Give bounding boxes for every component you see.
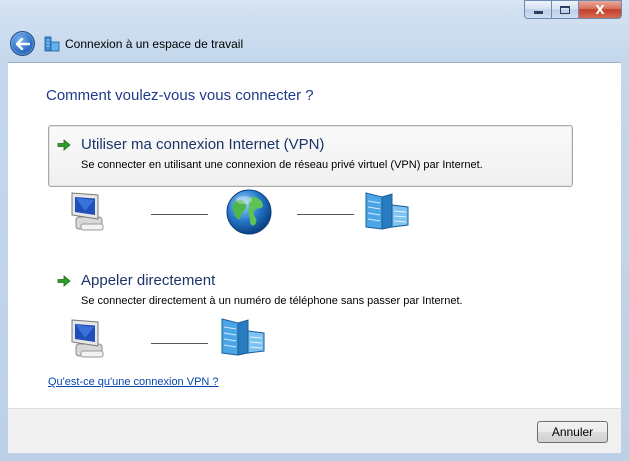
option-use-internet-vpn[interactable]: Utiliser ma connexion Internet (VPN) Se … — [48, 125, 573, 187]
connector-line — [151, 214, 208, 215]
option-title: Appeler directement — [81, 272, 216, 289]
dialup-diagram — [68, 315, 268, 360]
vpn-diagram — [68, 186, 409, 235]
option-description: Se connecter directement à un numéro de … — [81, 295, 463, 307]
maximize-icon — [560, 5, 570, 14]
maximize-button[interactable] — [551, 0, 578, 19]
page-heading: Comment voulez-vous vous connecter ? — [46, 87, 314, 104]
connector-line — [151, 343, 208, 344]
caption-buttons: X — [524, 0, 622, 20]
wizard-footer: Annuler — [8, 408, 621, 453]
back-arrow-icon — [15, 37, 30, 50]
workplace-connection-icon — [44, 36, 60, 52]
cancel-button[interactable]: Annuler — [537, 421, 608, 443]
computer-icon — [71, 319, 104, 358]
option-description: Se connecter en utilisant une connexion … — [81, 159, 483, 171]
green-arrow-icon — [57, 139, 71, 151]
computer-icon — [71, 192, 104, 231]
option-dial-directly[interactable]: Appeler directement Se connecter directe… — [48, 261, 573, 323]
close-button[interactable]: X — [578, 0, 622, 19]
back-button[interactable] — [10, 31, 35, 56]
window-frame: X Connexion à un espace de travail Comme… — [0, 0, 629, 461]
internet-globe-icon — [226, 189, 272, 235]
minimize-icon — [533, 11, 543, 14]
minimize-button[interactable] — [524, 0, 551, 19]
option-title: Utiliser ma connexion Internet (VPN) — [81, 136, 325, 153]
workplace-building-icon — [365, 192, 409, 230]
navigation-bar: Connexion à un espace de travail — [0, 28, 629, 60]
wizard-content: Comment voulez-vous vous connecter ? Uti… — [8, 62, 621, 408]
close-icon: X — [595, 2, 605, 17]
workplace-building-icon — [221, 318, 265, 356]
what-is-vpn-link[interactable]: Qu'est-ce qu'une connexion VPN ? — [48, 376, 219, 388]
green-arrow-icon — [57, 275, 71, 287]
window-title: Connexion à un espace de travail — [65, 37, 244, 51]
connector-line — [297, 214, 354, 215]
